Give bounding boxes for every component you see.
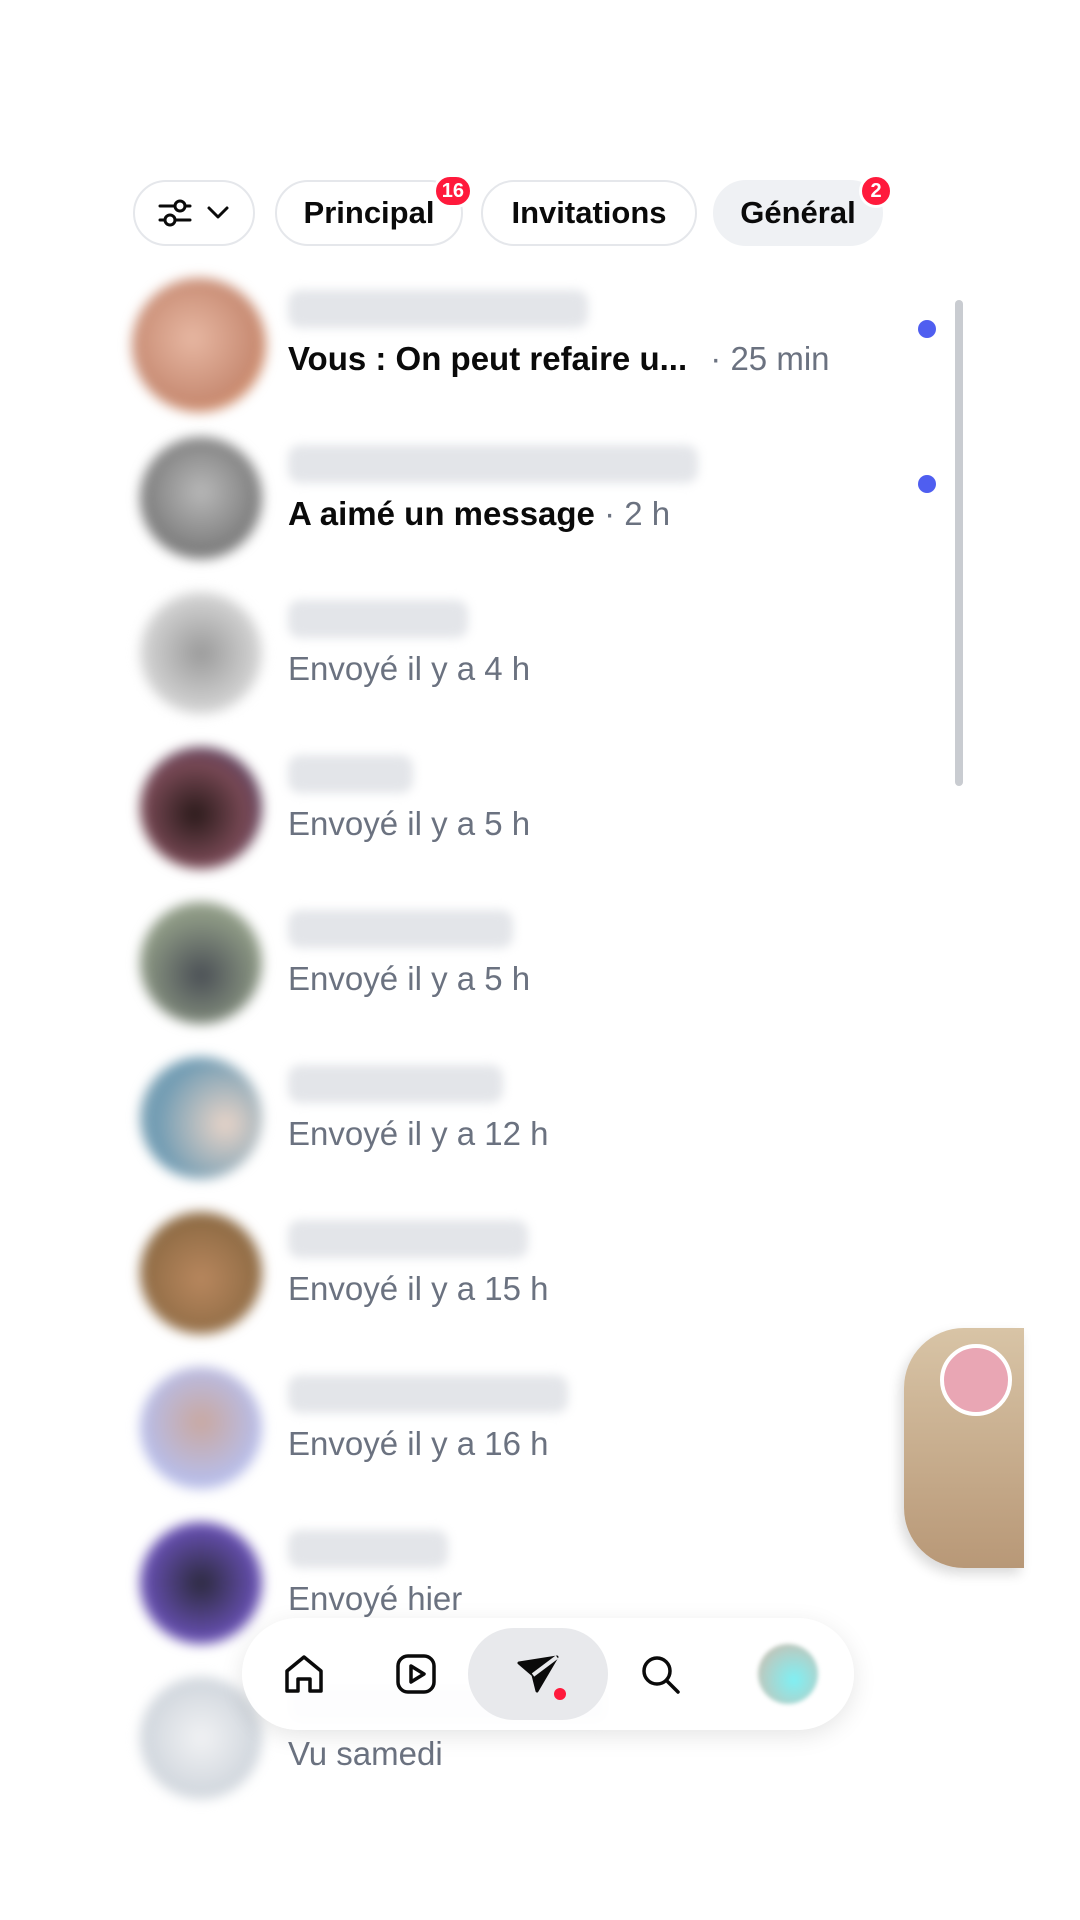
bottom-nav: [242, 1618, 854, 1730]
filter-button[interactable]: [133, 180, 255, 246]
tab-invitations-label: Invitations: [511, 195, 667, 230]
contact-name-blurred: [288, 290, 588, 328]
conversation-row[interactable]: Envoyé il y a 5 h: [0, 890, 980, 1045]
message-preview: Envoyé il y a 5 h: [288, 805, 531, 842]
message-preview: Vu samedi: [288, 1735, 443, 1772]
nav-home[interactable]: [270, 1640, 338, 1708]
contact-name-blurred: [288, 1065, 503, 1103]
reels-icon: [393, 1651, 439, 1697]
conversation-row[interactable]: Vous : On peut refaire u... · 25 min: [0, 270, 980, 425]
contact-name-blurred: [288, 1375, 568, 1413]
tab-invitations[interactable]: Invitations: [481, 180, 697, 246]
floating-avatar: [940, 1344, 1012, 1416]
message-preview: Envoyé il y a 5 h: [288, 960, 531, 997]
contact-name-blurred: [288, 1530, 448, 1568]
contact-name-blurred: [288, 910, 513, 948]
unread-dot: [918, 320, 936, 338]
message-preview: A aimé un message · 2 h: [288, 495, 671, 532]
messages-screen: Principal 16 Invitations Général 2 Vous …: [0, 0, 1080, 1920]
floating-chat-head[interactable]: [904, 1328, 1024, 1568]
tab-general-label: Général: [740, 195, 856, 230]
avatar[interactable]: [140, 592, 262, 714]
avatar[interactable]: [140, 437, 262, 559]
message-preview: Envoyé il y a 12 h: [288, 1115, 549, 1152]
conversation-row[interactable]: Envoyé il y a 16 h: [0, 1355, 980, 1510]
conversation-row[interactable]: Envoyé il y a 12 h: [0, 1045, 980, 1200]
general-count-badge: 2: [859, 174, 893, 208]
contact-name-blurred: [288, 755, 413, 793]
avatar[interactable]: [140, 1522, 262, 1644]
search-icon: [637, 1651, 683, 1697]
conversation-row[interactable]: Envoyé il y a 4 h: [0, 580, 980, 735]
avatar[interactable]: [140, 1212, 262, 1334]
tab-general[interactable]: Général 2: [713, 174, 893, 246]
contact-name-blurred: [288, 1220, 528, 1258]
messages-notification-dot: [554, 1688, 566, 1700]
profile-avatar[interactable]: [758, 1644, 818, 1704]
message-preview: Vous : On peut refaire u... · 25 min: [288, 340, 830, 377]
message-preview: Envoyé il y a 16 h: [288, 1425, 549, 1462]
home-icon: [281, 1651, 327, 1697]
scrollbar[interactable]: [955, 300, 963, 786]
message-preview: Envoyé il y a 15 h: [288, 1270, 549, 1307]
tab-principal[interactable]: Principal 16: [275, 174, 473, 246]
message-time: · 25 min: [701, 340, 830, 377]
avatar[interactable]: [140, 1057, 262, 1179]
contact-name-blurred: [288, 445, 698, 483]
sliders-icon: [158, 198, 192, 228]
avatar[interactable]: [140, 1367, 262, 1489]
conversation-row[interactable]: Envoyé il y a 15 h: [0, 1200, 980, 1355]
unread-dot: [918, 475, 936, 493]
avatar[interactable]: [140, 902, 262, 1024]
avatar[interactable]: [140, 1677, 262, 1799]
contact-name-blurred: [288, 600, 468, 638]
message-preview: Envoyé hier: [288, 1580, 463, 1617]
conversation-row[interactable]: A aimé un message · 2 h: [0, 425, 980, 580]
nav-reels[interactable]: [382, 1640, 450, 1708]
avatar[interactable]: [140, 747, 262, 869]
message-time: · 2 h: [594, 495, 671, 532]
conversation-row[interactable]: Envoyé il y a 5 h: [0, 735, 980, 890]
chevron-down-icon: [206, 205, 230, 221]
avatar[interactable]: [132, 278, 266, 412]
nav-search[interactable]: [626, 1640, 694, 1708]
message-preview: Envoyé il y a 4 h: [288, 650, 531, 687]
principal-count-badge: 16: [432, 174, 473, 208]
tab-principal-label: Principal: [303, 195, 435, 230]
